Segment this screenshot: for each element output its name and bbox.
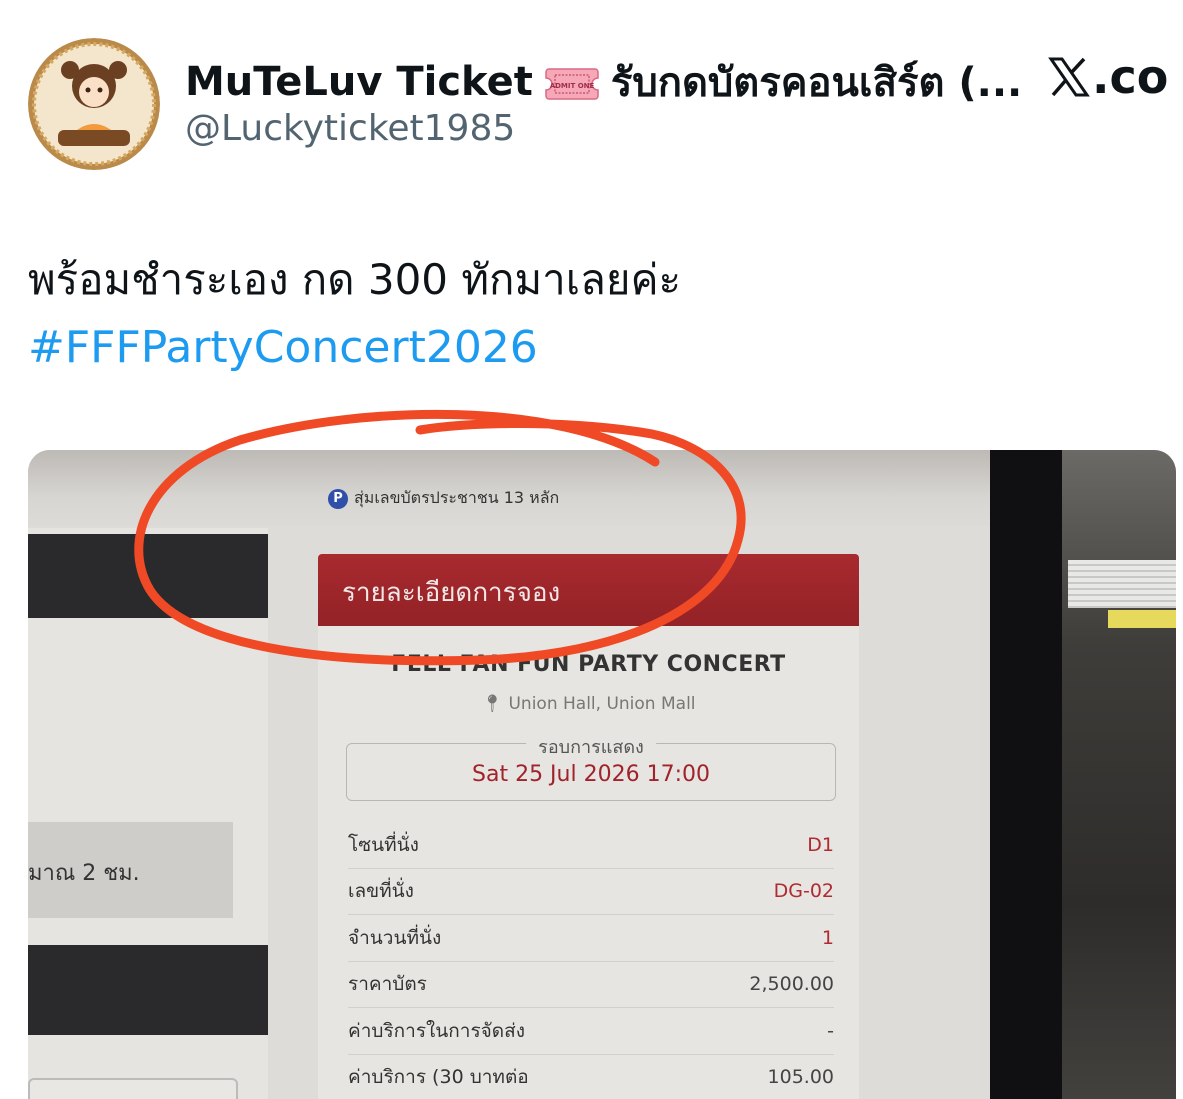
id-hint-text: สุ่มเลขบัตรประชาชน 13 หลัก: [354, 488, 560, 507]
detail-value: 105.00: [767, 1066, 834, 1089]
detail-value: 1: [821, 926, 834, 949]
location-pin-icon: 📍︎: [481, 694, 504, 714]
detail-value: D1: [807, 833, 834, 856]
showtime-label: รอบการแสดง: [526, 732, 656, 761]
booking-details: โซนที่นั่ง D1 เลขที่นั่ง DG-02 จำนวนที่น…: [348, 822, 834, 1099]
detail-label: โซนที่นั่ง: [348, 833, 419, 856]
display-name-suffix: รับกดบัตรคอนเสิร์ต (...: [610, 60, 1023, 106]
detail-row: เลขที่นั่ง DG-02: [348, 869, 834, 915]
x-brand-text: .co: [1092, 50, 1169, 104]
left-info-text: มาณ 2 ชม.: [28, 861, 140, 886]
detail-label: จำนวนที่นั่ง: [348, 926, 442, 949]
detail-row: ค่าบริการในการจัดส่ง -: [348, 1008, 834, 1055]
id-hint: P สุ่มเลขบัตรประชาชน 13 หลัก: [328, 486, 559, 511]
user-handle[interactable]: @Luckyticket1985: [185, 108, 515, 149]
background-desk: [1062, 450, 1176, 1099]
detail-value: -: [827, 1019, 834, 1042]
detail-label: เลขที่นั่ง: [348, 880, 414, 903]
p-badge-icon: P: [328, 488, 348, 509]
showtime-box: รอบการแสดง Sat 25 Jul 2026 17:00: [346, 732, 836, 801]
venue-text: Union Hall, Union Mall: [508, 694, 696, 714]
event-name: FELL FAN FUN PARTY CONCERT: [391, 652, 786, 677]
paper-stack: [1068, 560, 1176, 608]
detail-row: จำนวนที่นั่ง 1: [348, 915, 834, 962]
sticky-note: [1108, 610, 1176, 628]
x-brand[interactable]: .co: [1048, 50, 1183, 104]
detail-label: ค่าบริการในการจัดส่ง: [348, 1019, 526, 1042]
display-name[interactable]: MuTeLuv Ticket ADMIT ONE รับกดบัตรคอนเสิ…: [185, 50, 1022, 114]
detail-row: ราคาบัตร 2,500.00: [348, 962, 834, 1008]
detail-label: ราคาบัตร: [348, 973, 427, 996]
detail-row: ค่าบริการ (30 บาทต่อ 105.00: [348, 1055, 834, 1099]
booking-card: รายละเอียดการจอง FELL FAN FUN PARTY CONC…: [318, 554, 859, 1099]
detail-value: DG-02: [773, 880, 834, 903]
venue: 📍︎ Union Hall, Union Mall: [318, 694, 859, 714]
left-input-box: [28, 1078, 238, 1099]
booking-card-header: รายละเอียดการจอง: [318, 554, 859, 626]
showtime-value: Sat 25 Jul 2026 17:00: [472, 762, 710, 787]
detail-label: ค่าบริการ (30 บาทต่อ: [348, 1066, 529, 1089]
avatar[interactable]: [28, 38, 160, 170]
monitor-bezel: [990, 450, 1062, 1099]
left-dark-block: [28, 945, 268, 1035]
svg-text:ADMIT ONE: ADMIT ONE: [550, 82, 595, 90]
ticket-icon: ADMIT ONE: [545, 65, 599, 100]
tweet-text: พร้อมชำระเอง กด 300 ทักมาเลยค่ะ: [28, 255, 682, 304]
display-name-text: MuTeLuv Ticket: [185, 59, 533, 105]
left-dark-block: [28, 534, 268, 618]
avatar-image: [28, 38, 160, 170]
x-logo-icon: [1048, 57, 1090, 97]
hashtag-link[interactable]: #FFFPartyConcert2026: [28, 320, 538, 376]
detail-row: โซนที่นั่ง D1: [348, 822, 834, 869]
detail-value: 2,500.00: [749, 973, 834, 996]
tweet-photo[interactable]: มาณ 2 ชม. P สุ่มเลขบัตรประชาชน 13 หลัก ร…: [28, 450, 1176, 1099]
